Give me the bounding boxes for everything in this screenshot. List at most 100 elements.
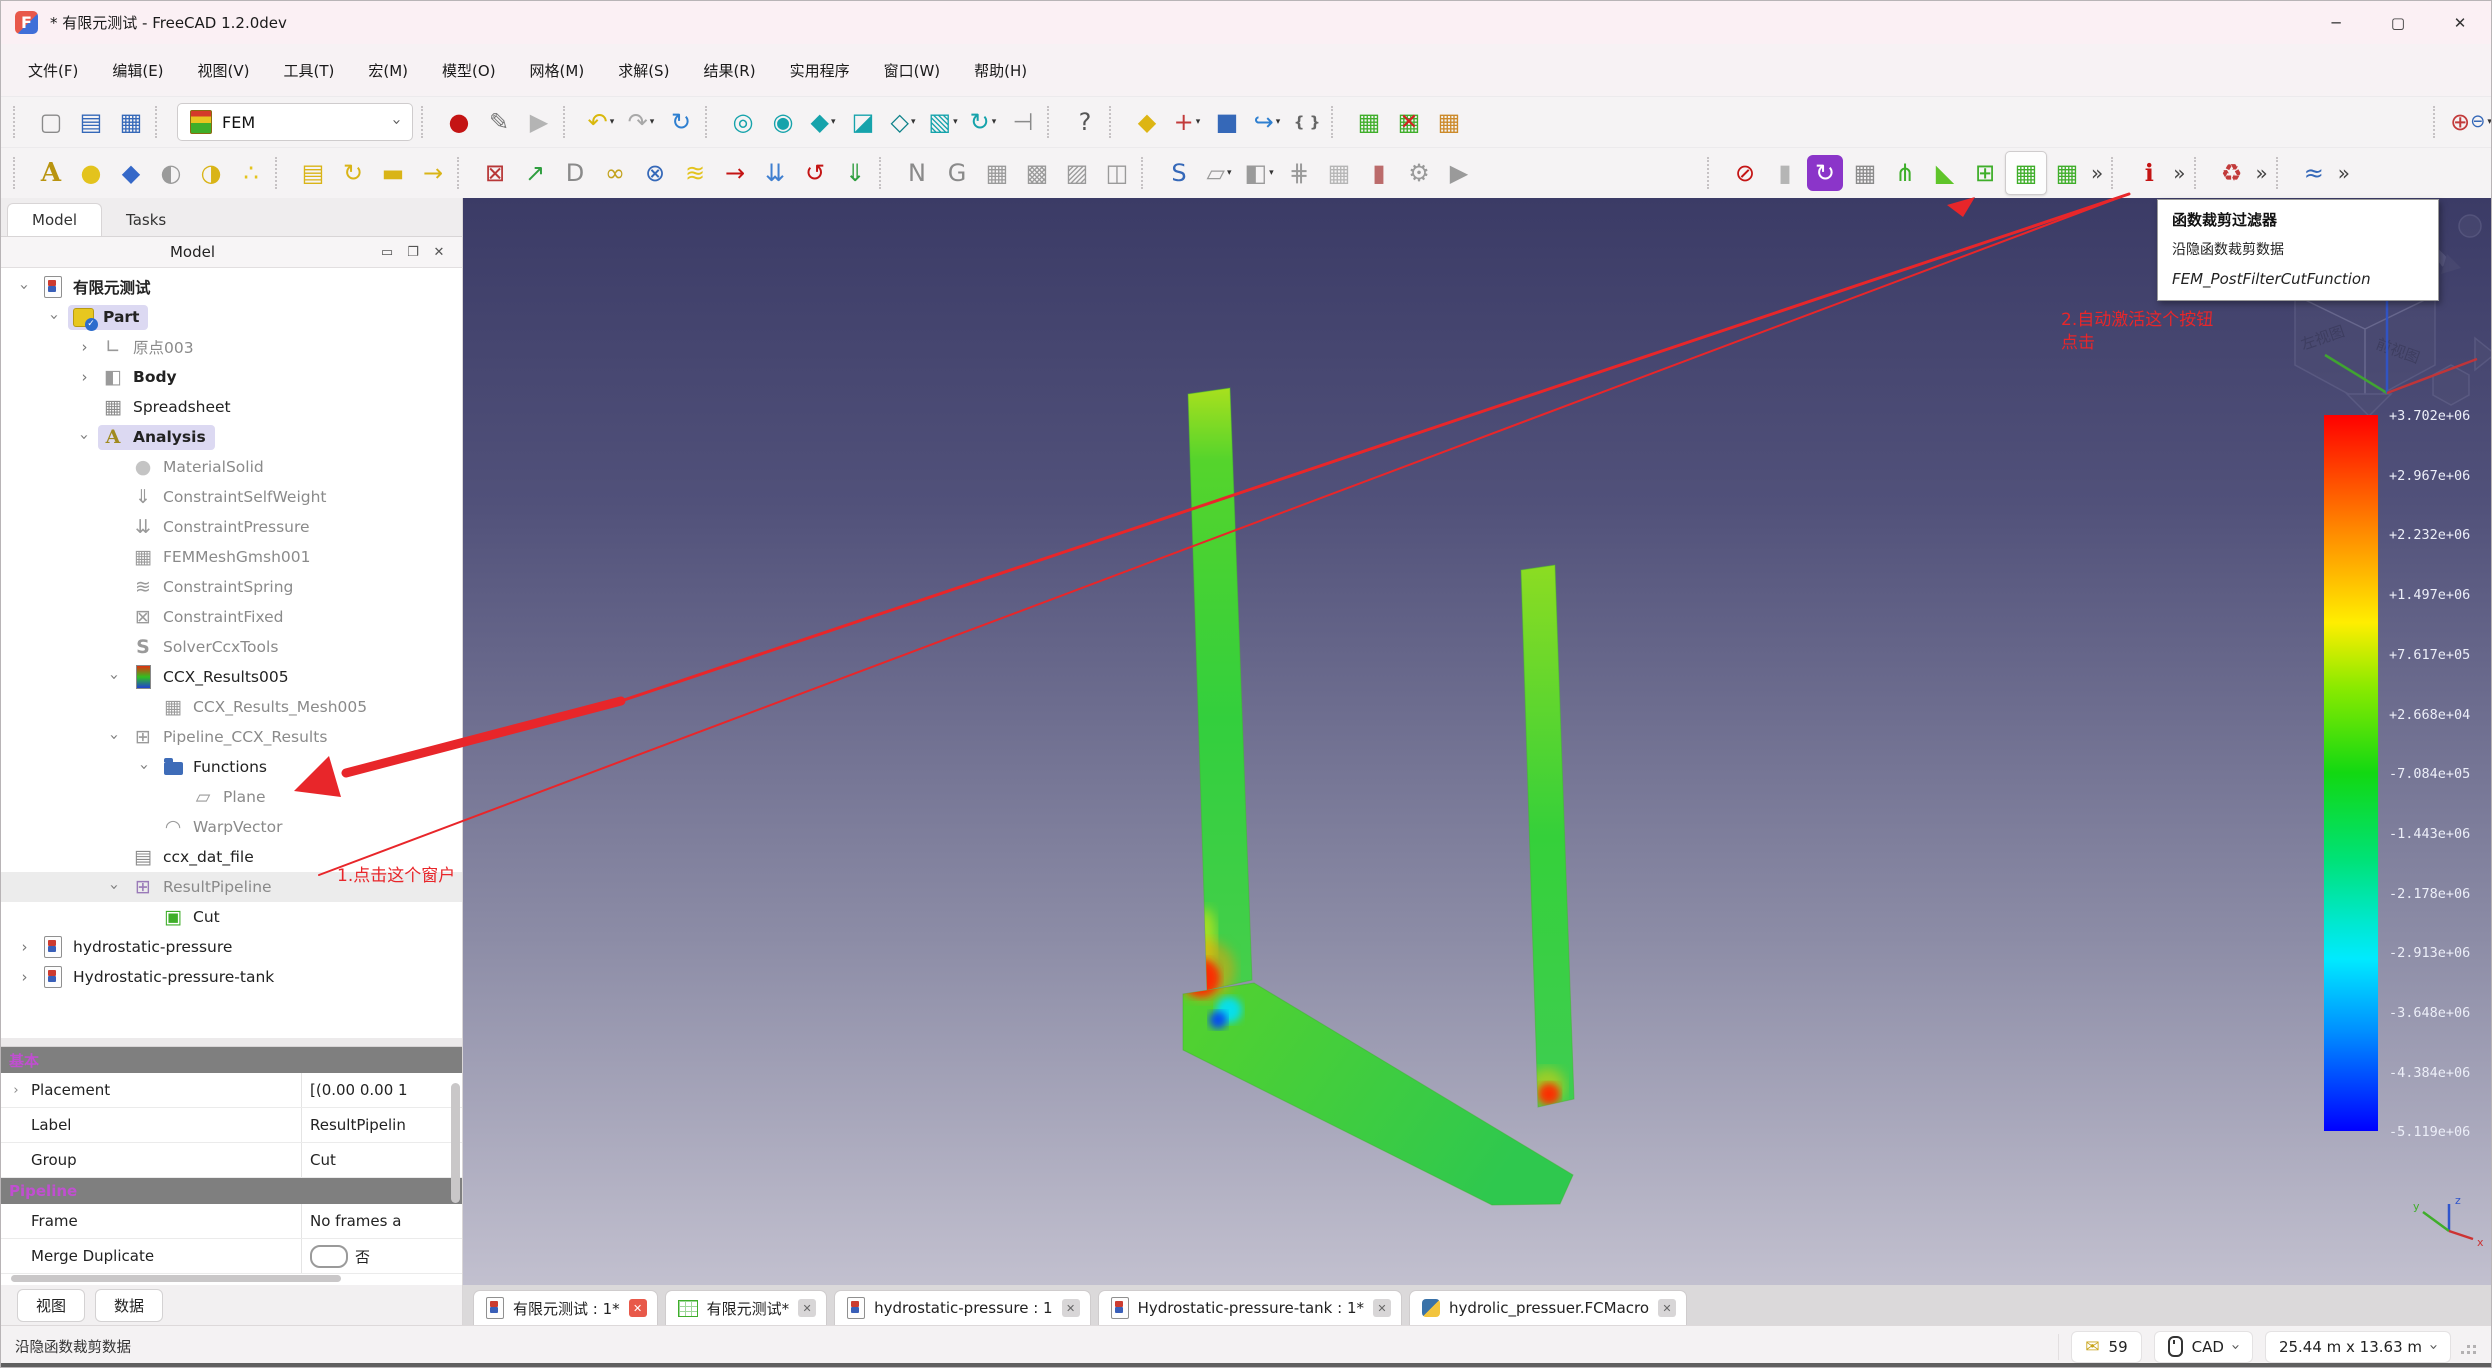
toolbar-handle[interactable] xyxy=(2111,157,2121,189)
tree-item-body[interactable]: ›◧Body xyxy=(1,362,462,392)
fem-mesh-group-button[interactable]: ▩ xyxy=(1017,152,1057,194)
toolbar-handle[interactable] xyxy=(1141,157,1151,189)
tree-item-constraintspring[interactable]: ≋ConstraintSpring xyxy=(1,572,462,602)
menu-item-3[interactable]: 工具(T) xyxy=(267,54,352,87)
menu-item-10[interactable]: 窗口(W) xyxy=(867,54,958,87)
tree-item-hydrostatic-pressure[interactable]: ›hydrostatic-pressure xyxy=(1,932,462,962)
fem-solver-elmer-button[interactable]: ▱▾ xyxy=(1199,152,1239,194)
resize-grip[interactable] xyxy=(2463,1340,2477,1354)
fem-material-nonlinear-button[interactable]: ◐ xyxy=(151,152,191,194)
redo-button[interactable]: ↷▾ xyxy=(621,101,661,143)
toolbar-handle[interactable] xyxy=(879,157,889,189)
fem-constraint-spring-button[interactable]: ≋ xyxy=(675,152,715,194)
fem-material-fluid-button[interactable]: ◆ xyxy=(111,152,151,194)
toggle-icon[interactable] xyxy=(310,1245,348,1268)
fem-constraint-rigid-body-button[interactable]: D xyxy=(555,152,595,194)
document-tab-hydrolic-pressuer-fcmacro[interactable]: hydrolic_pressuer.FCMacro✕ xyxy=(1409,1290,1687,1325)
tree-item-ccx-results-mesh005[interactable]: ▦CCX_Results_Mesh005 xyxy=(1,692,462,722)
toolbar-handle[interactable] xyxy=(705,106,715,138)
fem-results-show-button[interactable]: ▮ xyxy=(1765,152,1805,194)
expression-editor-button[interactable]: { } xyxy=(1287,101,1327,143)
part-create-button[interactable]: ◆ xyxy=(1127,101,1167,143)
tree-item-ccx-dat-file[interactable]: ▤ccx_dat_file xyxy=(1,842,462,872)
menu-item-7[interactable]: 求解(S) xyxy=(601,54,686,87)
tree-expander-icon[interactable]: › xyxy=(76,424,94,451)
document-tab-hydrostatic-pressure-tank-1[interactable]: Hydrostatic-pressure-tank : 1*✕ xyxy=(1098,1290,1402,1325)
tree-item-materialsolid[interactable]: ●MaterialSolid xyxy=(1,452,462,482)
document-refresh-button[interactable]: ↻ xyxy=(661,101,701,143)
fem-mesh-region-button[interactable]: ▦ xyxy=(977,152,1017,194)
fem-solver-settings-button[interactable]: ⚙ xyxy=(1399,152,1439,194)
tree-item-003[interactable]: ›∟原点003 xyxy=(1,332,462,362)
tree-item-part[interactable]: ›Part xyxy=(1,302,462,332)
fem-material-solid-button[interactable]: ● xyxy=(71,152,111,194)
new-document-button[interactable]: ▢ xyxy=(31,101,71,143)
dock-icon[interactable]: ▭ xyxy=(374,245,400,260)
fem-material-editor-button[interactable]: ∴ xyxy=(231,152,271,194)
tree-item-warpvector[interactable]: ◠WarpVector xyxy=(1,812,462,842)
menu-item-1[interactable]: 编辑(E) xyxy=(95,54,180,87)
tree-item-femmeshgmsh001[interactable]: ▦FEMMeshGmsh001 xyxy=(1,542,462,572)
tree-item-analysis[interactable]: ›AAnalysis xyxy=(1,422,462,452)
tree-item-functions[interactable]: ›Functions xyxy=(1,752,462,782)
toolbar-handle[interactable] xyxy=(1707,157,1717,189)
document-tab-1[interactable]: 有限元测试 : 1*✕ xyxy=(473,1290,658,1325)
open-document-button[interactable]: ▤ xyxy=(71,101,111,143)
fem-post-clip-button[interactable]: ⋔ xyxy=(1885,152,1925,194)
fem-constraint-fixed-button[interactable]: ⊠ xyxy=(475,152,515,194)
mesh-display-off-button[interactable]: ▦✕ xyxy=(1389,101,1429,143)
tree-item-cut[interactable]: ▣Cut xyxy=(1,902,462,932)
fem-element-fluid-1d-button[interactable]: → xyxy=(413,152,453,194)
tree-item-ccx-results005[interactable]: ›CCX_Results005 xyxy=(1,662,462,692)
view-draw-style-button[interactable]: ◇▾ xyxy=(883,101,923,143)
fem-post-pipeline-from-result-button[interactable]: ↻ xyxy=(1807,155,1843,191)
fem-solver-calculix-button[interactable]: S xyxy=(1159,152,1199,194)
fem-solver-mesh-button[interactable]: ▦ xyxy=(1319,152,1359,194)
fem-constraint-force-button[interactable]: → xyxy=(715,152,755,194)
toolbar-overflow-chevron[interactable]: » xyxy=(2338,161,2350,185)
fem-mesh-to-shape-button[interactable]: ◫ xyxy=(1097,152,1137,194)
notification-counter[interactable]: ✉ 59 xyxy=(2071,1331,2141,1363)
view-fit-all-button[interactable]: ◎ xyxy=(723,101,763,143)
toolbar-handle[interactable] xyxy=(563,106,573,138)
panel-tab-model[interactable]: Model xyxy=(7,203,102,236)
tree-item-item[interactable]: ›有限元测试 xyxy=(1,272,462,302)
fem-post-warp-grid-button[interactable]: ▦ xyxy=(1845,152,1885,194)
tree-expander-icon[interactable]: › xyxy=(16,274,34,301)
tab-close-icon[interactable]: ✕ xyxy=(1062,1299,1080,1317)
placement-button[interactable]: +▾ xyxy=(1167,101,1207,143)
transform-add-remove-button[interactable]: ⊕⊖▾ xyxy=(2451,101,2491,143)
toolbar-overflow-chevron[interactable]: » xyxy=(2091,161,2103,185)
fem-post-scalar-clip-button[interactable]: ⊞ xyxy=(1965,152,2005,194)
fem-macro-recompute-button[interactable]: ♻ xyxy=(2212,152,2252,194)
tree-expander-icon[interactable]: › xyxy=(106,664,124,691)
macro-edit-button[interactable]: ✎ xyxy=(479,101,519,143)
toolbar-handle[interactable] xyxy=(457,157,467,189)
menu-item-4[interactable]: 宏(M) xyxy=(351,54,425,87)
tree-item-pipeline-ccx-results[interactable]: ›⊞Pipeline_CCX_Results xyxy=(1,722,462,752)
maximize-button[interactable]: ▢ xyxy=(2367,1,2429,44)
fem-solver-thermomech-button[interactable]: ▮ xyxy=(1359,152,1399,194)
property-tab-0[interactable]: 视图 xyxy=(17,1289,85,1322)
save-document-button[interactable]: ▦ xyxy=(111,101,151,143)
tree-expander-icon[interactable]: › xyxy=(71,338,98,356)
document-tab-hydrostatic-pressure-1[interactable]: hydrostatic-pressure : 1✕ xyxy=(834,1290,1090,1325)
view-zoom-selection-button[interactable]: ◉ xyxy=(763,101,803,143)
fem-results-purge-button[interactable]: ⊘ xyxy=(1725,152,1765,194)
horizontal-scrollbar[interactable] xyxy=(11,1275,341,1282)
group-create-button[interactable]: ■ xyxy=(1207,101,1247,143)
tree-expander-icon[interactable]: › xyxy=(106,874,124,901)
menu-item-5[interactable]: 模型(O) xyxy=(425,54,513,87)
tree-item-constraintpressure[interactable]: ⇊ConstraintPressure xyxy=(1,512,462,542)
tree-expander-icon[interactable]: › xyxy=(46,304,64,331)
view-select-box-button[interactable]: ▧▾ xyxy=(923,101,963,143)
fem-solver-controls-button[interactable]: ⋕ xyxy=(1279,152,1319,194)
panel-splitter[interactable] xyxy=(1,1038,462,1046)
fem-post-filter-clip-region-button[interactable]: ▦ xyxy=(2047,152,2087,194)
document-tab-item[interactable]: 有限元测试*✕ xyxy=(665,1290,828,1325)
property-value[interactable]: Cut xyxy=(302,1143,462,1177)
measure-button[interactable]: ⊣ xyxy=(1003,101,1043,143)
tree-expander-icon[interactable]: › xyxy=(136,754,154,781)
property-tab-1[interactable]: 数据 xyxy=(95,1289,163,1322)
tree-item-hydrostatic-pressure-tank[interactable]: ›Hydrostatic-pressure-tank xyxy=(1,962,462,992)
